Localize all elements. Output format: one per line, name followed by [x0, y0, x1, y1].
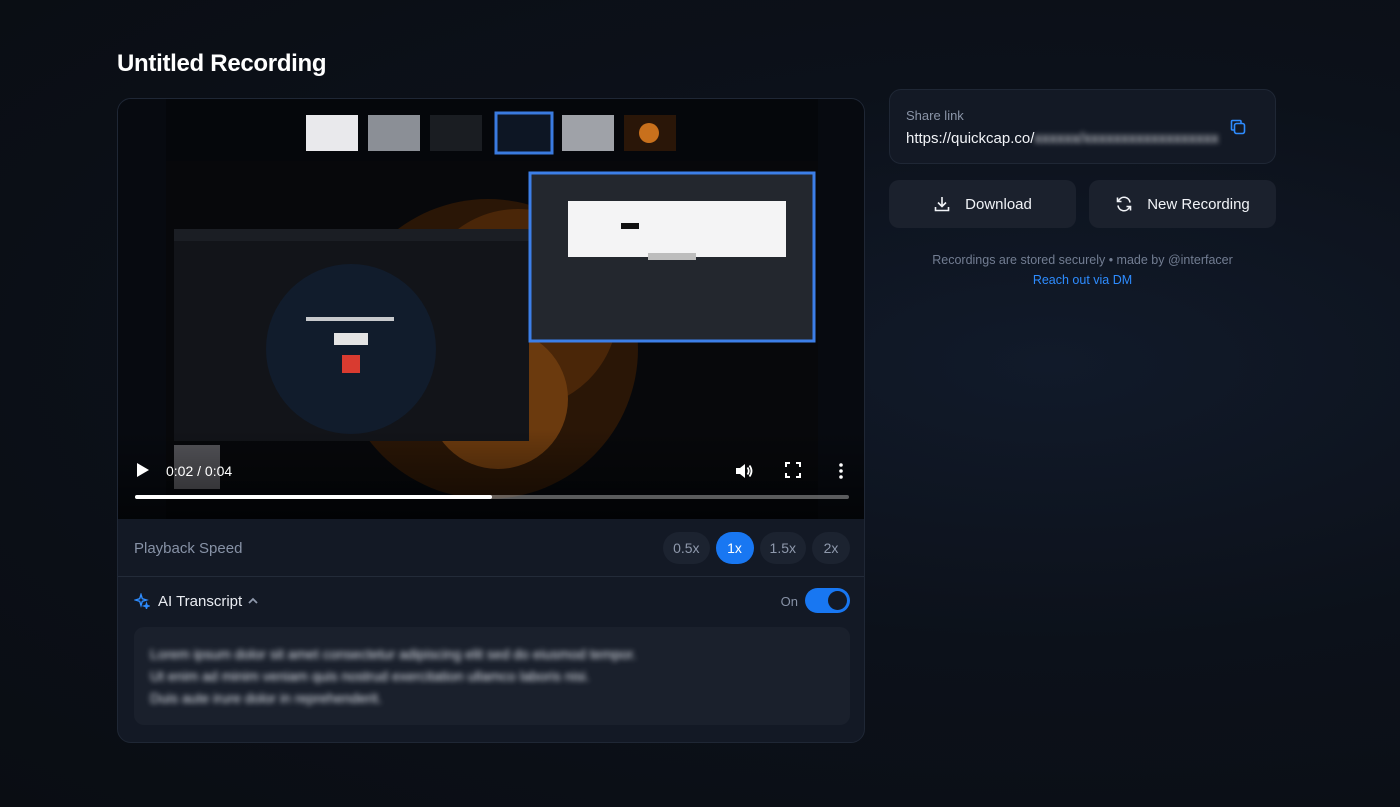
play-button[interactable]	[132, 459, 154, 481]
download-icon	[934, 197, 950, 212]
time-display: 0:02 / 0:04	[166, 463, 233, 479]
speed-option-1x[interactable]: 1x	[715, 532, 754, 564]
volume-button[interactable]	[732, 459, 756, 483]
transcript-toggle-label: On	[780, 594, 798, 609]
fullscreen-icon	[785, 462, 801, 478]
footer-note: Recordings are stored securely • made by…	[932, 253, 1233, 267]
speed-options: 0.5x 1x 1.5x 2x	[663, 532, 850, 564]
play-icon	[137, 463, 149, 477]
share-link-url[interactable]: https://quickcap.co/xxxxxx/xxxxxxxxxxxxx…	[906, 130, 1219, 147]
copy-icon[interactable]	[1229, 118, 1247, 136]
share-link-card: Share link https://quickcap.co/xxxxxx/xx…	[889, 89, 1276, 164]
speed-option-1-5x[interactable]: 1.5x	[759, 532, 806, 564]
more-options-button[interactable]	[832, 459, 850, 483]
share-url-hidden: xxxxxx/xxxxxxxxxxxxxxxxxx	[1034, 130, 1219, 147]
volume-icon	[736, 464, 753, 478]
reach-out-link[interactable]: Reach out via DM	[889, 273, 1276, 287]
playback-speed-row: Playback Speed 0.5x 1x 1.5x 2x	[118, 519, 864, 577]
refresh-icon	[1116, 196, 1132, 212]
player-card: 0:02 / 0:04 Playback Speed 0.5x 1x 1.5x …	[117, 98, 865, 743]
speed-option-2x[interactable]: 2x	[812, 532, 850, 564]
speed-option-0-5x[interactable]: 0.5x	[663, 532, 710, 564]
new-recording-button[interactable]: New Recording	[1089, 180, 1276, 228]
playback-speed-label: Playback Speed	[134, 540, 243, 557]
share-url-visible: https://quickcap.co/	[906, 130, 1035, 147]
seek-bar[interactable]	[135, 495, 849, 499]
fullscreen-button[interactable]	[782, 459, 804, 481]
transcript-text: Lorem ipsum dolor sit amet consectetur a…	[150, 646, 637, 706]
toggle-knob	[828, 591, 847, 610]
download-button[interactable]: Download	[889, 180, 1076, 228]
transcript-box: Lorem ipsum dolor sit amet consectetur a…	[134, 627, 850, 725]
chevron-up-icon[interactable]	[246, 594, 260, 608]
sparkle-icon	[134, 593, 150, 609]
share-link-label: Share link	[906, 108, 964, 123]
seek-progress	[135, 495, 492, 499]
transcript-toggle[interactable]	[805, 588, 850, 613]
new-recording-label: New Recording	[1147, 195, 1250, 213]
transcript-header: AI Transcript On	[118, 577, 864, 625]
transcript-title: AI Transcript	[158, 593, 243, 610]
download-label: Download	[965, 195, 1032, 213]
more-vertical-icon	[839, 463, 843, 479]
page-title: Untitled Recording	[117, 50, 327, 77]
video-player[interactable]: 0:02 / 0:04	[118, 99, 864, 519]
